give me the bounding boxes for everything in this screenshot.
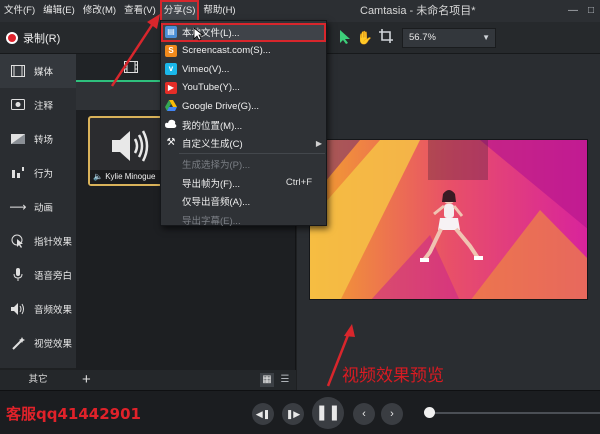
menu-share[interactable]: 分享(S) xyxy=(159,0,200,22)
scrubber-handle[interactable] xyxy=(424,407,435,418)
google-drive-icon xyxy=(165,100,177,112)
window-controls: — □ xyxy=(564,0,600,22)
menu-separator xyxy=(179,153,325,154)
hand-tool-icon[interactable]: ✋ xyxy=(356,29,374,47)
watermark-text: 客服qq41442901 xyxy=(6,405,141,423)
share-local-file[interactable]: ▤ 本地文件(L)... xyxy=(161,23,326,42)
share-export-frame[interactable]: 导出帧为(F)... Ctrl+F xyxy=(161,174,326,193)
share-google-drive[interactable]: Google Drive(G)... xyxy=(161,97,326,116)
sidebar-item-behaviors[interactable]: 行为 xyxy=(0,156,76,190)
menu-edit[interactable]: 编辑(E) xyxy=(39,0,79,22)
maximize-icon[interactable]: □ xyxy=(582,0,600,22)
cloud-icon xyxy=(165,119,177,131)
local-file-icon: ▤ xyxy=(165,26,177,39)
share-menu: ▤ 本地文件(L)... S Screencast.com(S)... v Vi… xyxy=(160,20,327,227)
share-produce-selection: 生成选择为(P)... xyxy=(182,160,251,172)
more-tools-button[interactable]: 其它 xyxy=(0,370,76,390)
sidebar-item-voice-narration[interactable]: 语音旁白 xyxy=(0,258,76,292)
behavior-icon xyxy=(10,166,26,180)
film-icon xyxy=(10,64,26,78)
audio-file-icon xyxy=(112,130,149,162)
playback-bar: 客服qq41442901 ◀❚ ❚▶ ❚❚ ‹ › xyxy=(0,390,600,434)
sidebar-item-media[interactable]: 媒体 xyxy=(0,54,76,88)
magic-wand-icon xyxy=(10,336,26,350)
microphone-icon xyxy=(10,268,26,282)
zoom-value: 56.7% xyxy=(409,32,436,43)
menu-file[interactable]: 文件(F) xyxy=(0,0,39,22)
share-screencast[interactable]: S Screencast.com(S)... xyxy=(161,42,326,61)
mouse-cursor-icon xyxy=(193,27,205,41)
share-custom-production[interactable]: ⚒ 自定义生成(C) ▶ xyxy=(161,134,326,153)
bin-footer: + ▦ ☰ xyxy=(76,370,296,390)
video-preview[interactable] xyxy=(309,139,588,300)
media-caption: 🔈 Kylie Minogue xyxy=(90,170,164,184)
record-button[interactable]: 录制(R) xyxy=(6,30,60,46)
step-forward-icon[interactable]: ❚▶ xyxy=(282,403,304,425)
share-vimeo[interactable]: v Vimeo(V)... xyxy=(161,60,326,79)
share-export-captions: 导出字幕(E)... xyxy=(182,215,241,227)
record-icon xyxy=(6,32,18,44)
share-export-audio[interactable]: 仅导出音频(A)... xyxy=(161,192,326,211)
share-my-place[interactable]: 我的位置(M)... xyxy=(161,116,326,135)
chevron-right-icon: ▶ xyxy=(315,138,322,148)
sidebar-item-visual-effects[interactable]: 视觉效果 xyxy=(0,326,76,360)
grid-view-icon[interactable]: ▦ xyxy=(260,373,274,387)
share-youtube[interactable]: ▶ YouTube(Y)... xyxy=(161,79,326,98)
zoom-select[interactable]: 56.7% ▼ xyxy=(402,28,496,48)
sidebar-item-audio-effects[interactable]: 音频效果 xyxy=(0,292,76,326)
sidebar-item-animations[interactable]: ⟶ 动画 xyxy=(0,190,76,224)
menu-help[interactable]: 帮助(H) xyxy=(199,0,239,22)
annotation-icon xyxy=(10,98,26,112)
chevron-down-icon: ▼ xyxy=(482,33,490,42)
select-tool-icon[interactable] xyxy=(336,29,354,47)
add-media-button[interactable]: + xyxy=(82,371,91,389)
media-item[interactable]: 🔈 Kylie Minogue xyxy=(88,116,166,186)
speaker-icon xyxy=(10,302,26,316)
menu-bar: 文件(F) 编辑(E) 修改(M) 查看(V) 分享(S) 帮助(H) Camt… xyxy=(0,0,600,22)
cursor-effect-icon xyxy=(10,234,26,248)
playback-scrubber[interactable] xyxy=(430,412,600,414)
list-view-icon[interactable]: ☰ xyxy=(278,373,292,387)
vimeo-icon: v xyxy=(165,63,177,76)
youtube-icon: ▶ xyxy=(165,81,177,94)
window-title: Camtasia - 未命名项目* xyxy=(360,5,476,17)
tools-icon: ⚒ xyxy=(166,137,176,149)
crop-tool-icon[interactable] xyxy=(377,29,395,47)
sidebar-item-cursor-effects[interactable]: 指针效果 xyxy=(0,224,76,258)
red-arrow-share-icon xyxy=(110,14,160,87)
step-back-icon[interactable]: ◀❚ xyxy=(252,403,274,425)
sidebar-item-annotations[interactable]: 注释 xyxy=(0,88,76,122)
tools-sidebar: 媒体 注释 转场 行为 ⟶ 动画 指针效果 语音旁白 音频效果 视觉效果 xyxy=(0,54,76,368)
animation-icon: ⟶ xyxy=(9,200,27,214)
minimize-icon[interactable]: — xyxy=(564,0,582,22)
shortcut-label: Ctrl+F xyxy=(285,177,312,189)
screencast-icon: S xyxy=(165,44,177,57)
next-marker-icon[interactable]: › xyxy=(381,403,403,425)
pause-icon[interactable]: ❚❚ xyxy=(312,397,344,429)
previous-marker-icon[interactable]: ‹ xyxy=(353,403,375,425)
sidebar-item-transitions[interactable]: 转场 xyxy=(0,122,76,156)
red-arrow-preview-icon xyxy=(326,324,355,387)
record-label: 录制(R) xyxy=(23,33,61,45)
transition-icon xyxy=(10,132,26,146)
